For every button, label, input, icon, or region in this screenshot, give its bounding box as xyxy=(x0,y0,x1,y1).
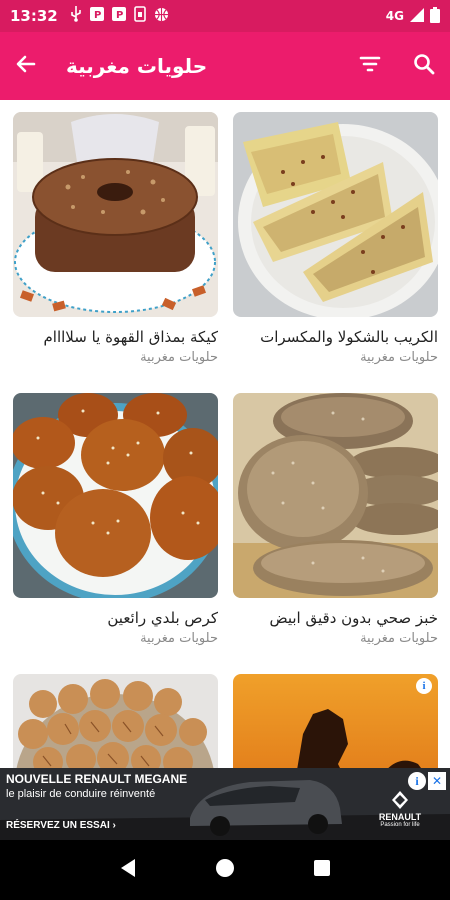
app-bar: حلويات مغربية xyxy=(0,32,450,100)
ad-info-icon[interactable]: i xyxy=(408,772,426,790)
search-icon[interactable] xyxy=(412,52,436,80)
ad-close-icon[interactable]: ✕ xyxy=(428,772,446,790)
recipe-card[interactable]: الكريب بالشكولا والمكسرات حلويات مغربية xyxy=(233,112,438,365)
battery-icon xyxy=(430,6,440,26)
sponsored-card[interactable]: i xyxy=(233,674,438,768)
signal-icon xyxy=(410,7,424,25)
recipe-image xyxy=(13,112,218,317)
recipe-grid: الكريب بالشكولا والمكسرات حلويات مغربية xyxy=(0,100,450,768)
system-nav-bar xyxy=(0,840,450,900)
recipe-image: i xyxy=(233,674,438,768)
sim-icon xyxy=(133,6,146,26)
recipe-card[interactable]: خبز صحي بدون دقيق ابيض حلويات مغربية xyxy=(233,393,438,646)
recipe-image xyxy=(233,393,438,598)
notification-icons: P P xyxy=(70,6,169,26)
ad-banner[interactable]: NOUVELLE RENAULT MEGANE le plaisir de co… xyxy=(0,768,450,840)
usb-icon xyxy=(70,6,82,26)
page-title: حلويات مغربية xyxy=(66,54,208,78)
home-nav-icon[interactable] xyxy=(215,858,235,882)
recipe-title: خبز صحي بدون دقيق ابيض xyxy=(269,609,438,627)
ad-cta-link[interactable]: RÉSERVEZ UN ESSAI › xyxy=(6,820,116,831)
recents-nav-icon[interactable] xyxy=(313,859,331,881)
svg-text:P: P xyxy=(116,10,123,21)
recipe-image xyxy=(13,674,218,768)
filter-icon[interactable] xyxy=(358,52,382,80)
renault-logo: RENAULT Passion for life xyxy=(360,790,440,828)
status-bar: 13:32 P P 4G xyxy=(0,0,450,32)
network-4g-icon: 4G xyxy=(385,9,404,23)
back-nav-icon[interactable] xyxy=(119,858,137,882)
recipe-category: حلويات مغربية xyxy=(360,350,438,365)
recipe-image xyxy=(13,393,218,598)
p-icon: P xyxy=(111,7,126,25)
svg-text:P: P xyxy=(94,10,101,21)
recipe-category: حلويات مغربية xyxy=(360,631,438,646)
recipe-title: الكريب بالشكولا والمكسرات xyxy=(260,328,438,346)
ad-info-icon[interactable]: i xyxy=(416,678,432,694)
ad-headline: NOUVELLE RENAULT MEGANE xyxy=(6,772,188,786)
status-time: 13:32 xyxy=(10,7,58,25)
recipe-title: كيكة بمذاق القهوة يا سلاااام xyxy=(43,328,219,346)
p-icon: P xyxy=(89,7,104,25)
recipe-category: حلويات مغربية xyxy=(140,350,218,365)
recipe-card[interactable]: كيكة بمذاق القهوة يا سلاااام حلويات مغرب… xyxy=(13,112,218,365)
recipe-title: كرص بلدي رائعين xyxy=(107,609,218,627)
back-arrow-icon[interactable] xyxy=(14,52,38,80)
basketball-icon xyxy=(154,7,169,26)
ad-brand: RENAULT xyxy=(378,812,422,822)
recipe-card[interactable] xyxy=(13,674,218,768)
recipe-category: حلويات مغربية xyxy=(140,631,218,646)
recipe-image xyxy=(233,112,438,317)
recipe-card[interactable]: كرص بلدي رائعين حلويات مغربية xyxy=(13,393,218,646)
ad-brand-tagline: Passion for life xyxy=(380,822,420,828)
system-status-icons: 4G xyxy=(385,6,440,26)
ad-tagline: le plaisir de conduire réinventé xyxy=(6,788,156,800)
